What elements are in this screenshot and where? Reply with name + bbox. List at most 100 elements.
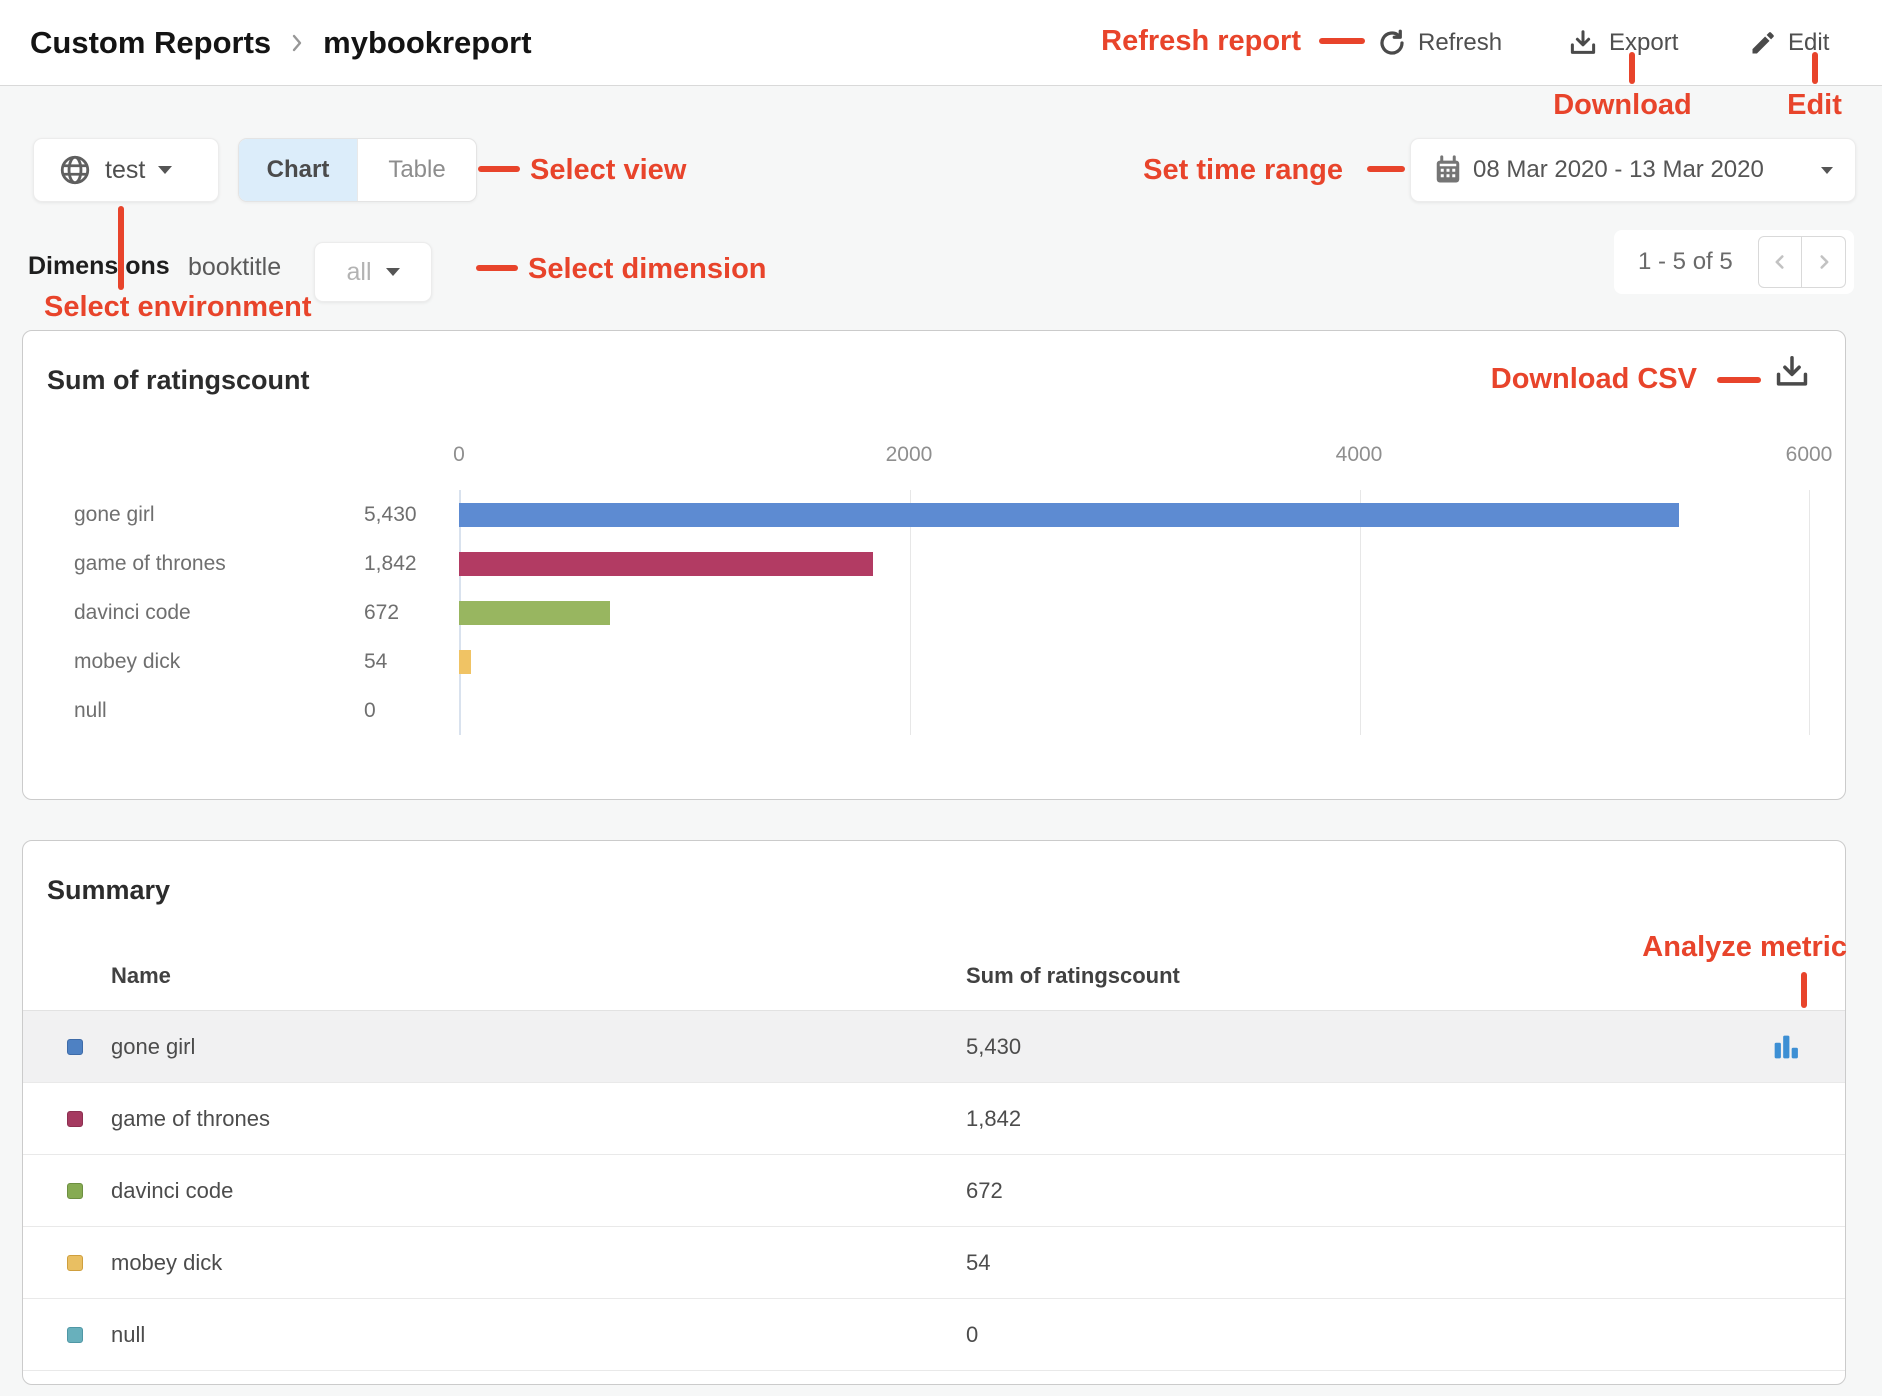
row-value: 54 [966, 1250, 990, 1276]
axis-tick: 2000 [886, 443, 933, 467]
row-name: game of thrones [111, 1106, 966, 1132]
chart-bar-track [459, 552, 1807, 576]
chevron-down-icon [158, 166, 172, 174]
annotation-line [478, 166, 520, 172]
table-row[interactable]: game of thrones 1,842 [23, 1083, 1845, 1155]
table-row[interactable]: davinci code 672 [23, 1155, 1845, 1227]
annotation-analyze-metric: Analyze metric [1550, 931, 1847, 964]
axis-tick: 0 [453, 443, 465, 467]
chart-value-label: 0 [364, 699, 459, 723]
dimension-name: booktitle [188, 253, 281, 282]
chart-title: Sum of ratingscount [47, 365, 310, 396]
column-header-value[interactable]: Sum of ratingscount [966, 963, 1180, 989]
environment-select[interactable]: test [33, 138, 219, 202]
annotation-line [118, 206, 124, 290]
chevron-right-icon [285, 31, 309, 55]
next-page-button[interactable] [1802, 236, 1846, 288]
annotation-download-csv: Download CSV [1450, 363, 1697, 396]
dimension-filter-select[interactable]: all [314, 242, 432, 302]
chart-bar[interactable] [459, 552, 873, 576]
chart-row: game of thrones 1,842 [23, 539, 1845, 588]
annotation-line [1319, 38, 1365, 44]
globe-icon [58, 153, 92, 187]
annotation-set-time-range: Set time range [1103, 154, 1343, 187]
annotation-line [476, 265, 518, 271]
refresh-button[interactable]: Refresh [1377, 0, 1502, 86]
chart-bar[interactable] [459, 650, 471, 674]
summary-title: Summary [47, 875, 170, 906]
annotation-download: Download [1520, 89, 1725, 122]
series-color-swatch [67, 1327, 83, 1343]
chart-card: Sum of ratingscount 0 2000 4000 6000 gon… [22, 330, 1846, 800]
chart-row: davinci code 672 [23, 588, 1845, 637]
chart-row: mobey dick 54 [23, 637, 1845, 686]
breadcrumb-section[interactable]: Custom Reports [30, 25, 271, 61]
edit-label: Edit [1788, 29, 1829, 57]
refresh-icon [1377, 28, 1407, 58]
annotation-select-dimension: Select dimension [528, 253, 767, 286]
row-value: 0 [966, 1322, 978, 1348]
table-row[interactable]: mobey dick 54 [23, 1227, 1845, 1299]
breadcrumb: Custom Reports mybookreport [30, 0, 532, 86]
row-name: gone girl [111, 1034, 966, 1060]
chevron-down-icon [386, 268, 400, 276]
annotation-line [1629, 52, 1635, 84]
axis-tick: 4000 [1336, 443, 1383, 467]
row-value: 672 [966, 1178, 1003, 1204]
table-row[interactable]: gone girl 5,430 [23, 1011, 1845, 1083]
row-name: null [111, 1322, 966, 1348]
annotation-edit: Edit [1767, 89, 1862, 122]
row-value: 1,842 [966, 1106, 1021, 1132]
previous-page-button[interactable] [1758, 236, 1802, 288]
table-body: gone girl 5,430 game of thrones 1,842 da… [23, 1011, 1845, 1371]
chart-category-label: null [74, 699, 364, 723]
chart-bar-track [459, 699, 1807, 723]
row-name: mobey dick [111, 1250, 966, 1276]
chart-bar-track [459, 650, 1807, 674]
page-header: Custom Reports mybookreport Refresh Expo… [0, 0, 1882, 86]
chart-value-label: 672 [364, 601, 459, 625]
analyze-metric-icon[interactable] [1769, 1030, 1803, 1064]
chevron-down-icon [1821, 167, 1833, 174]
series-color-swatch [67, 1183, 83, 1199]
annotation-refresh-report: Refresh report [1063, 25, 1301, 58]
date-range-picker[interactable]: 08 Mar 2020 - 13 Mar 2020 [1410, 138, 1856, 202]
chart-category-label: mobey dick [74, 650, 364, 674]
tab-table[interactable]: Table [357, 139, 476, 201]
dimension-filter-value: all [346, 258, 371, 287]
chart-row: gone girl 5,430 [23, 490, 1845, 539]
chart-category-label: game of thrones [74, 552, 364, 576]
chart-category-label: gone girl [74, 503, 364, 527]
chart-value-label: 1,842 [364, 552, 459, 576]
chart-rows: gone girl 5,430 game of thrones 1,842 da… [23, 490, 1845, 735]
chart-value-label: 5,430 [364, 503, 459, 527]
chart-bar-track [459, 503, 1807, 527]
chart-bar-track [459, 601, 1807, 625]
chart-value-label: 54 [364, 650, 459, 674]
chart-bar[interactable] [459, 601, 610, 625]
pencil-icon [1749, 29, 1777, 57]
row-name: davinci code [111, 1178, 966, 1204]
table-row[interactable]: null 0 [23, 1299, 1845, 1371]
pagination-range: 1 - 5 of 5 [1638, 248, 1733, 276]
annotation-line [1812, 52, 1818, 84]
refresh-label: Refresh [1418, 29, 1502, 57]
series-color-swatch [67, 1255, 83, 1271]
export-button[interactable]: Export [1568, 0, 1678, 86]
download-csv-icon[interactable] [1773, 353, 1811, 391]
download-icon [1568, 28, 1598, 58]
page-root: Custom Reports mybookreport Refresh Expo… [0, 0, 1882, 1396]
date-range-value: 08 Mar 2020 - 13 Mar 2020 [1473, 156, 1764, 184]
export-label: Export [1609, 29, 1678, 57]
view-toggle: Chart Table [238, 138, 477, 202]
column-header-name[interactable]: Name [111, 963, 171, 989]
annotation-line [1801, 972, 1807, 1008]
summary-card: Summary Name Sum of ratingscount gone gi… [22, 840, 1846, 1385]
series-color-swatch [67, 1039, 83, 1055]
chart-bar[interactable] [459, 503, 1679, 527]
calendar-icon [1433, 155, 1463, 185]
page-title: mybookreport [323, 25, 531, 61]
annotation-select-environment: Select environment [44, 291, 312, 324]
tab-chart[interactable]: Chart [239, 139, 357, 201]
row-value: 5,430 [966, 1034, 1021, 1060]
